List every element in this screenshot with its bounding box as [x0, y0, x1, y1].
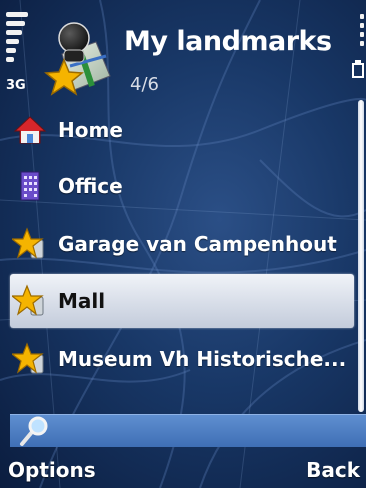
softkey-bar: Options Back: [0, 452, 366, 488]
list-item-museum[interactable]: Museum Vh Historische...: [10, 332, 354, 386]
scrollbar-thumb[interactable]: [358, 100, 364, 412]
scrollbar[interactable]: [358, 100, 364, 412]
list-item-garage[interactable]: Garage van Campenhout: [10, 217, 354, 271]
options-softkey[interactable]: Options: [8, 458, 96, 482]
list-item-home[interactable]: Home: [10, 103, 354, 157]
signal-strength-icon: [6, 12, 28, 72]
battery-level-icon: [360, 14, 364, 54]
search-input[interactable]: [10, 414, 366, 447]
landmark-star-icon: [12, 227, 44, 259]
magnifier-icon: [20, 416, 48, 446]
list-item-label: Mall: [58, 289, 106, 313]
list-item-mall[interactable]: Mall: [10, 274, 354, 328]
office-building-icon: [20, 171, 40, 201]
home-icon: [13, 116, 47, 144]
page-title: My landmarks: [124, 26, 332, 57]
item-counter: 4/6: [130, 74, 159, 95]
list-item-label: Museum Vh Historische...: [58, 347, 347, 371]
landmarks-app-icon: [44, 22, 111, 96]
list-item-label: Office: [58, 174, 123, 198]
landmark-star-icon: [12, 284, 44, 316]
list-item-office[interactable]: Office: [10, 159, 354, 213]
back-softkey[interactable]: Back: [306, 458, 360, 482]
list-item-label: Garage van Campenhout: [58, 232, 337, 256]
landmark-star-icon: [12, 342, 44, 374]
network-type-label: 3G: [6, 78, 26, 93]
battery-icon: [352, 60, 364, 78]
list-item-label: Home: [58, 118, 123, 142]
